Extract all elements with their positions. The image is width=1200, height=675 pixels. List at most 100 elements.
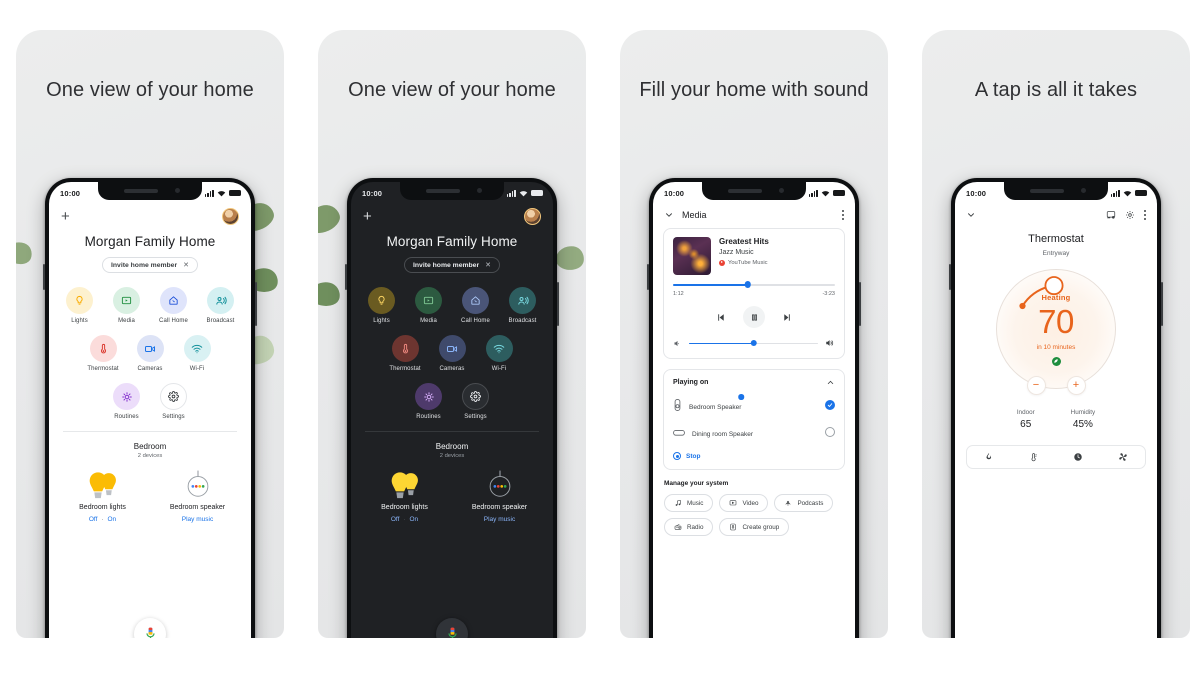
device-actions[interactable]: Off · On: [391, 516, 418, 523]
clock-icon[interactable]: [1073, 452, 1083, 462]
wifi-icon: [1123, 190, 1132, 196]
divider: [63, 431, 237, 432]
invite-home-member-chip[interactable]: Invite home member ✕: [102, 257, 198, 273]
device-row: Bedroom lights Off · On Bedroom speaker …: [351, 469, 553, 523]
action-on[interactable]: On: [107, 516, 116, 523]
assistant-mic-button[interactable]: [436, 618, 468, 638]
kebab-menu-icon[interactable]: [842, 210, 844, 220]
dial-arc[interactable]: [996, 269, 1116, 389]
pause-icon: [751, 313, 757, 321]
shortcut-media[interactable]: Media: [411, 287, 447, 324]
seek-slider[interactable]: [673, 281, 835, 288]
transport-controls: [673, 306, 835, 328]
previous-track-icon[interactable]: [715, 312, 726, 323]
shortcut-broadcast[interactable]: Broadcast: [505, 287, 541, 324]
screenshot-stage: One view of your home 10:00 + Morgan Fam…: [0, 0, 1200, 675]
assistant-mic-button[interactable]: [134, 618, 166, 638]
playing-on-header[interactable]: Playing on: [673, 378, 835, 387]
shortcut-label: Routines: [416, 414, 441, 420]
avatar[interactable]: [524, 208, 541, 225]
shortcut-call-home[interactable]: Call Home: [156, 287, 192, 324]
close-icon[interactable]: ✕: [485, 261, 491, 269]
invite-home-member-chip[interactable]: Invite home member ✕: [404, 257, 500, 273]
stop-control[interactable]: Stop: [673, 452, 835, 460]
speaker-row-dining[interactable]: Dining room Speaker: [673, 423, 835, 441]
album-art: [673, 237, 711, 275]
media-play-icon: [415, 287, 442, 314]
device-actions[interactable]: Play music: [484, 516, 515, 523]
two-bulbs-icon: [89, 472, 116, 499]
signal-icon: [204, 189, 214, 197]
increase-temperature-button[interactable]: +: [1066, 376, 1086, 395]
shortcut-grid: Lights Media Call Home Broadcast Thermos…: [351, 287, 553, 420]
thermometer-icon: [89, 335, 117, 362]
shortcut-thermostat[interactable]: Thermostat: [85, 335, 121, 372]
action-off[interactable]: Off: [391, 516, 400, 523]
cast-icon[interactable]: [1106, 210, 1116, 220]
thermostat-dial-wrap: Heating 70 in 10 minutes: [996, 269, 1116, 389]
radio-icon: [674, 524, 682, 530]
room-header: Bedroom 2 devices: [49, 442, 251, 459]
add-device-button[interactable]: +: [363, 209, 372, 224]
phone-3: 10:00 Media Greatest Hits Jazz Music You…: [647, 178, 861, 638]
device-bedroom-lights[interactable]: Bedroom lights Off · On: [363, 469, 447, 523]
speaker-row-bedroom[interactable]: Bedroom Speaker: [673, 394, 835, 414]
chip-video[interactable]: Video: [719, 494, 769, 512]
chevron-up-icon[interactable]: [826, 378, 835, 387]
elapsed-time: 1:12: [673, 291, 684, 297]
shortcut-thermostat[interactable]: Thermostat: [387, 335, 423, 372]
shortcut-wifi[interactable]: Wi-Fi: [481, 335, 517, 372]
close-icon[interactable]: ✕: [183, 261, 189, 269]
speaker-radio-unselected[interactable]: [825, 427, 835, 437]
media-title: Media: [682, 210, 707, 220]
flame-icon[interactable]: [984, 452, 994, 462]
gear-icon[interactable]: [1125, 210, 1135, 220]
chip-create-group[interactable]: Create group: [719, 518, 790, 536]
two-bulbs-icon: [391, 472, 418, 499]
chevron-down-icon[interactable]: [664, 210, 674, 220]
track-row: Greatest Hits Jazz Music YouTube Music: [673, 237, 835, 275]
chip-radio[interactable]: Radio: [664, 518, 714, 536]
kebab-menu-icon[interactable]: [1144, 210, 1146, 220]
device-bedroom-speaker[interactable]: Bedroom speaker Play music: [156, 469, 240, 523]
speaker-selected-check[interactable]: [825, 400, 835, 410]
battery-icon: [1135, 189, 1147, 197]
shortcut-media[interactable]: Media: [109, 287, 145, 324]
add-device-button[interactable]: +: [61, 209, 70, 224]
shortcut-routines[interactable]: Routines: [109, 383, 145, 420]
room-device-count: 2 devices: [439, 453, 465, 459]
action-off[interactable]: Off: [89, 516, 98, 523]
action-on[interactable]: On: [409, 516, 418, 523]
device-bedroom-lights[interactable]: Bedroom lights Off · On: [61, 469, 145, 523]
device-bedroom-speaker[interactable]: Bedroom speaker Play music: [458, 469, 542, 523]
decrease-temperature-button[interactable]: −: [1026, 376, 1046, 395]
pause-button[interactable]: [743, 306, 765, 328]
action-play-music[interactable]: Play music: [182, 516, 213, 523]
avatar[interactable]: [222, 208, 239, 225]
remaining-time: -3:23: [822, 291, 835, 297]
shortcut-lights[interactable]: Lights: [62, 287, 98, 324]
chip-podcasts[interactable]: Podcasts: [774, 494, 834, 512]
shortcut-cameras[interactable]: Cameras: [434, 335, 470, 372]
shortcut-wifi[interactable]: Wi-Fi: [179, 335, 215, 372]
shortcut-routines[interactable]: Routines: [411, 383, 447, 420]
volume-slider[interactable]: [689, 339, 818, 346]
chip-music[interactable]: Music: [664, 494, 714, 512]
shortcut-label: Cameras: [137, 366, 163, 372]
next-track-icon[interactable]: [782, 312, 793, 323]
thermometer-icon[interactable]: [1029, 452, 1039, 462]
fan-icon[interactable]: [1118, 452, 1128, 462]
shortcut-lights[interactable]: Lights: [364, 287, 400, 324]
device-actions[interactable]: Play music: [182, 516, 213, 523]
shortcut-settings[interactable]: Settings: [458, 383, 494, 420]
page-title: Morgan Family Home: [386, 234, 518, 249]
shortcut-broadcast[interactable]: Broadcast: [203, 287, 239, 324]
shortcut-call-home[interactable]: Call Home: [458, 287, 494, 324]
action-play-music[interactable]: Play music: [484, 516, 515, 523]
shortcut-cameras[interactable]: Cameras: [132, 335, 168, 372]
device-actions[interactable]: Off · On: [89, 516, 116, 523]
thermostat-header: [955, 202, 1157, 220]
chevron-down-icon[interactable]: [966, 210, 976, 220]
phone-2-screen: 10:00 + Morgan Family Home Invite home m: [351, 182, 553, 638]
shortcut-settings[interactable]: Settings: [156, 383, 192, 420]
